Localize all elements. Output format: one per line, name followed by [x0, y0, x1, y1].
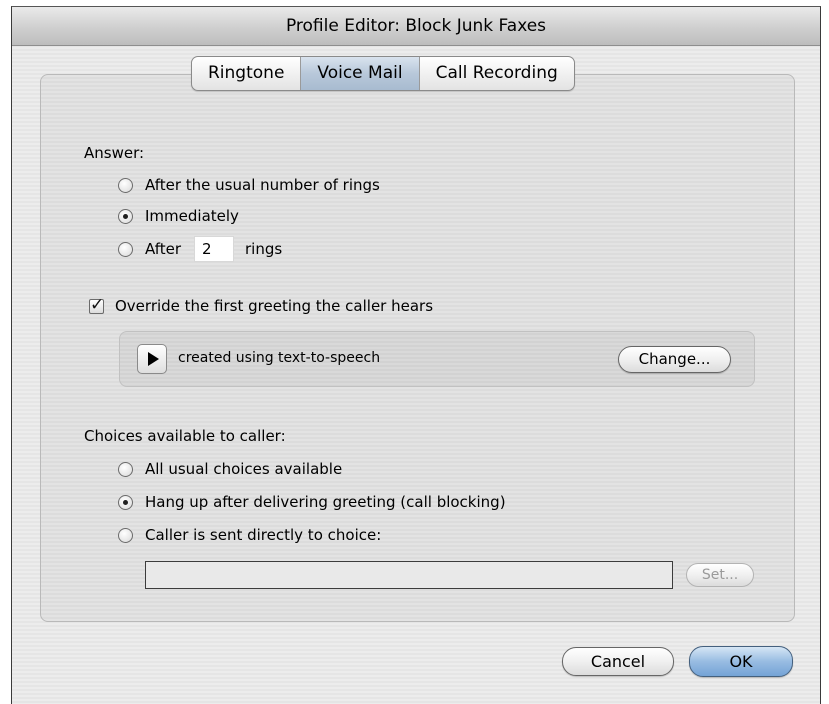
rings-suffix-label: rings — [245, 240, 283, 258]
radio-all-choices-label[interactable]: All usual choices available — [145, 460, 342, 478]
answer-heading: Answer: — [84, 144, 145, 162]
radio-direct-choice-label[interactable]: Caller is sent directly to choice: — [145, 526, 381, 544]
radio-after-rings[interactable] — [118, 242, 133, 257]
cancel-button[interactable]: Cancel — [562, 647, 674, 676]
tab-call-recording[interactable]: Call Recording — [420, 57, 574, 90]
radio-usual-rings-label[interactable]: After the usual number of rings — [145, 176, 380, 194]
override-greeting-checkbox[interactable] — [89, 295, 104, 315]
rings-count-field[interactable]: 2 — [194, 236, 234, 262]
window-title: Profile Editor: Block Junk Faxes — [12, 7, 820, 46]
choice-field[interactable] — [145, 561, 673, 589]
override-greeting-label[interactable]: Override the first greeting the caller h… — [115, 297, 433, 315]
tab-bar: Ringtone Voice Mail Call Recording — [191, 56, 575, 91]
tab-voice-mail[interactable]: Voice Mail — [301, 57, 420, 90]
play-icon[interactable] — [137, 344, 167, 374]
radio-all-choices[interactable] — [118, 462, 133, 477]
ok-button[interactable]: OK — [689, 646, 793, 677]
radio-immediately[interactable] — [118, 209, 133, 224]
set-button[interactable]: Set... — [686, 563, 754, 587]
tab-ringtone[interactable]: Ringtone — [192, 57, 302, 90]
greeting-description: created using text-to-speech — [178, 350, 381, 366]
radio-usual-rings[interactable] — [118, 178, 133, 193]
radio-hang-up[interactable] — [118, 495, 133, 510]
change-button[interactable]: Change... — [618, 346, 731, 373]
choices-heading: Choices available to caller: — [84, 427, 286, 445]
radio-immediately-label[interactable]: Immediately — [145, 207, 239, 225]
radio-hang-up-label[interactable]: Hang up after delivering greeting (call … — [145, 493, 506, 511]
radio-direct-choice[interactable] — [118, 528, 133, 543]
radio-after-rings-label[interactable]: After — [145, 240, 181, 258]
